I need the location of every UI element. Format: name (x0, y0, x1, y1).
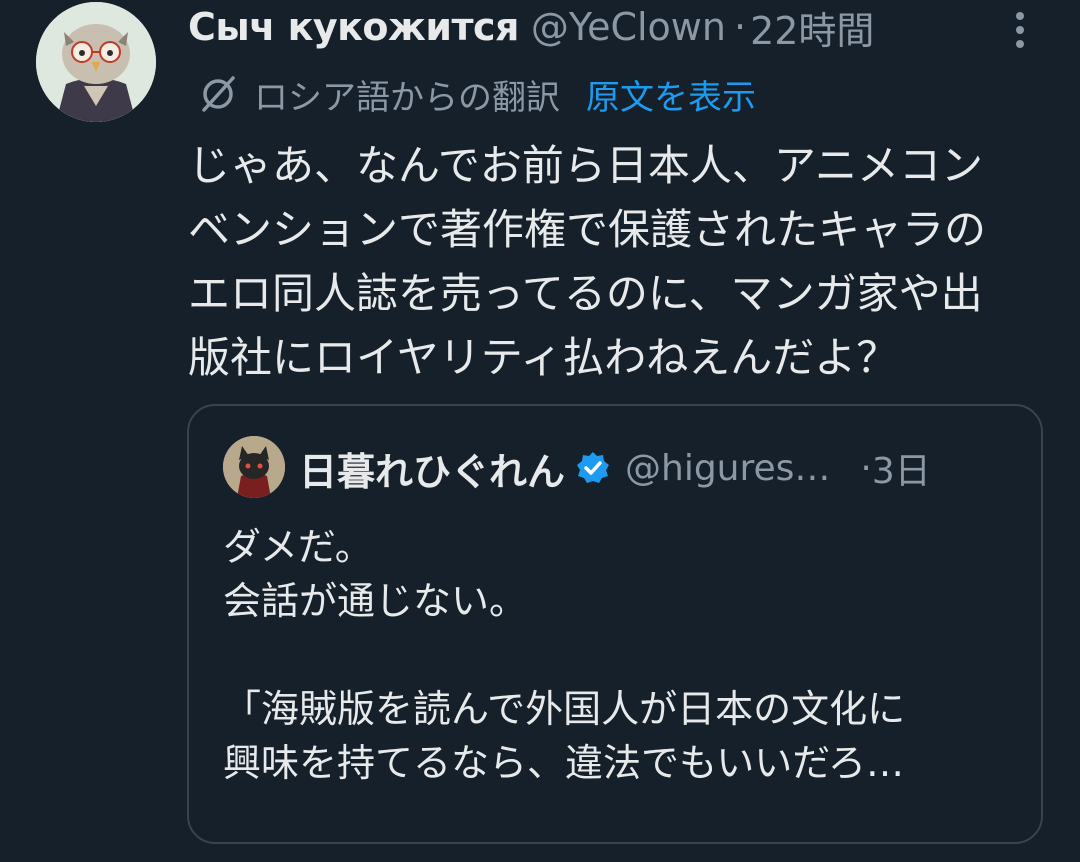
tweet-timestamp[interactable]: 22時間 (750, 0, 874, 55)
quoted-tweet-header: 日暮れひぐれん @higures… · 3日 (299, 442, 931, 494)
translation-bar: ロシア語からの翻訳 原文を表示 (196, 68, 756, 120)
quoted-tweet[interactable]: 日暮れひぐれん @higures… · 3日 ダメだ。 会話が通じない。 「海賊… (187, 404, 1043, 844)
tweet-text-line: ベンションで著作権で保護されたキャラの (188, 205, 987, 254)
quoted-tweet-timestamp: 3日 (871, 451, 931, 492)
tweet-header: Сыч кукожится @YeClown · 22時間 (188, 0, 874, 55)
quoted-text-line: 会話が通じない。 (223, 579, 528, 623)
separator-dot: · (860, 447, 872, 489)
tweet[interactable]: Сыч кукожится @YeClown · 22時間 ロシア語からの翻訳 … (0, 0, 1080, 862)
quoted-text-line: 興味を持てるなら、違法でもいいだろ… (223, 741, 904, 785)
separator-dot: · (733, 5, 747, 49)
cat-avatar-icon[interactable] (223, 436, 285, 498)
verified-badge-icon (575, 450, 611, 486)
quoted-text-line: ダメだ。 (223, 525, 373, 569)
tweet-text-line: 版社にロイヤリティ払わねえんだよ？ (188, 333, 899, 382)
quoted-tweet-text: ダメだ。 会話が通じない。 「海賊版を読んで外国人が日本の文化に 興味を持てるな… (223, 520, 1023, 790)
author-handle[interactable]: @YeClown (531, 5, 726, 49)
translate-icon (196, 72, 240, 116)
quoted-text-line (223, 628, 1023, 682)
more-vertical-icon[interactable] (1008, 8, 1032, 52)
tweet-text-line: じゃあ、なんでお前ら日本人、アニメコン (188, 141, 984, 190)
translated-from-label: ロシア語からの翻訳 (254, 77, 560, 118)
show-original-link[interactable]: 原文を表示 (586, 70, 756, 119)
quoted-author-display-name: 日暮れひぐれん (299, 449, 566, 494)
tweet-text-line: エロ同人誌を売ってるのに、マンガ家や出 (188, 269, 983, 318)
tweet-text: じゃあ、なんでお前ら日本人、アニメコン ベンションで著作権で保護されたキャラの … (188, 134, 1038, 390)
owl-avatar-icon[interactable] (36, 2, 156, 122)
author-display-name[interactable]: Сыч кукожится (188, 5, 519, 49)
quoted-author-handle: @higures… (625, 447, 831, 489)
quoted-text-line: 「海賊版を読んで外国人が日本の文化に (223, 687, 906, 731)
